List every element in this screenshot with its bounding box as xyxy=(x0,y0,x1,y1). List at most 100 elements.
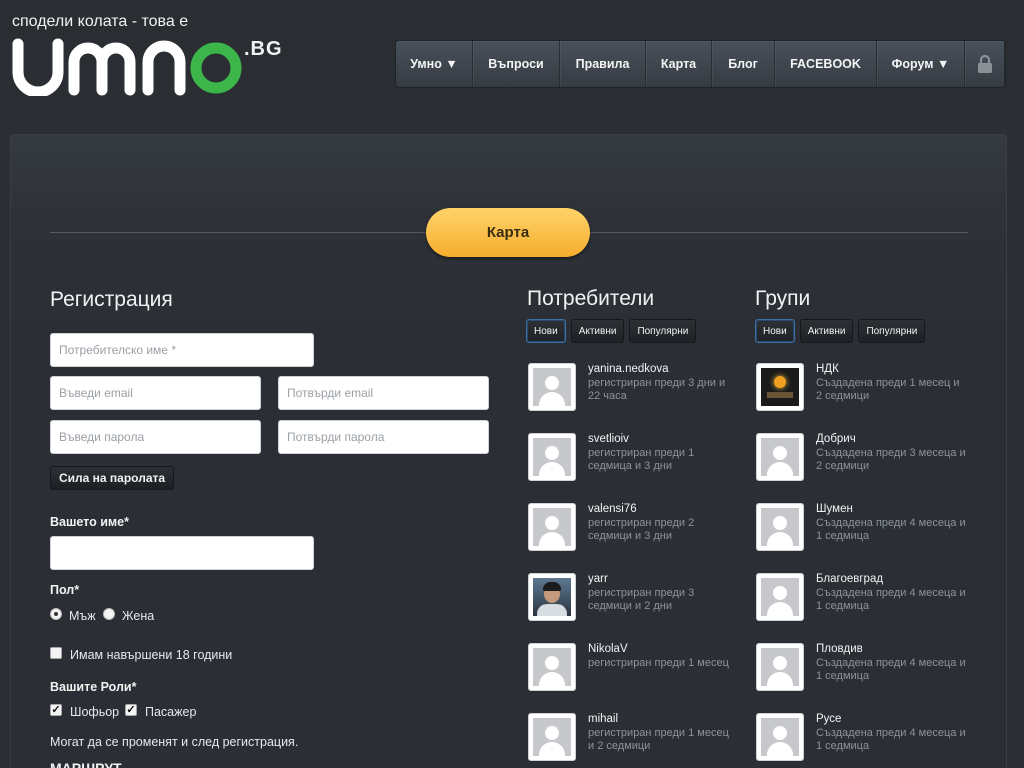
item-meta: регистриран преди 1 месец xyxy=(588,657,729,669)
age-checkbox[interactable] xyxy=(50,647,62,659)
item-meta: регистриран преди 3 дни и 22 часа xyxy=(588,377,726,402)
nav-item-0[interactable]: Умно ▼ xyxy=(396,41,473,87)
avatar-placeholder-icon xyxy=(761,508,799,546)
avatar-placeholder-icon xyxy=(533,438,571,476)
site-logo[interactable] xyxy=(12,38,244,96)
avatar[interactable] xyxy=(756,713,804,761)
avatar-placeholder-icon xyxy=(533,648,571,686)
users-tab-0[interactable]: Нови xyxy=(526,319,566,343)
item-meta: Създадена преди 3 месеца и 2 седмици xyxy=(816,447,966,472)
login-lock-button[interactable] xyxy=(965,41,1005,87)
email-field[interactable]: Въведи email xyxy=(50,376,261,410)
registration-title: Регистрация xyxy=(50,288,173,311)
item-meta: регистриран преди 1 месец и 2 седмици xyxy=(588,727,729,752)
group-logo xyxy=(761,368,799,406)
item-name[interactable]: Благоевград xyxy=(816,573,883,585)
password-strength-button[interactable]: Сила на паролата xyxy=(50,466,175,490)
nav-item-4[interactable]: Блог xyxy=(712,41,775,87)
user-photo xyxy=(533,578,571,616)
role-driver-checkbox[interactable]: ✓ xyxy=(50,704,62,716)
password-field[interactable]: Въведи парола xyxy=(50,420,261,454)
avatar-placeholder-icon xyxy=(761,438,799,476)
groups-tabs: Нови Активни Популярни xyxy=(755,319,926,343)
groups-list-item: Пловдив Създадена преди 4 месеца и 1 седм… xyxy=(756,643,971,703)
groups-list-item: Шумен Създадена преди 4 месеца и 1 седмиц… xyxy=(756,503,971,563)
item-name[interactable]: НДК xyxy=(816,363,839,375)
gender-female-radio[interactable] xyxy=(103,608,115,620)
item-meta: Създадена преди 4 месеца и 1 седмица xyxy=(816,517,966,542)
avatar-placeholder-icon xyxy=(533,368,571,406)
item-meta: Създадена преди 4 месеца и 1 седмица xyxy=(816,657,966,682)
groups-title: Групи xyxy=(755,287,811,310)
avatar-placeholder-icon xyxy=(761,578,799,616)
password-confirm-field[interactable]: Потвърди парола xyxy=(278,420,489,454)
users-list-item: svetlioiv регистриран преди 1 седмица и 3… xyxy=(528,433,743,493)
nav-item-5[interactable]: FACEBOOK xyxy=(775,41,877,87)
item-meta: регистриран преди 2 седмици и 3 дни xyxy=(588,517,695,542)
nav-item-2[interactable]: Правила xyxy=(560,41,646,87)
avatar-placeholder-icon xyxy=(761,718,799,756)
route-label: МАРШРУТ xyxy=(50,760,122,768)
item-name[interactable]: yanina.nedkova xyxy=(588,363,669,375)
avatar-placeholder-icon xyxy=(533,718,571,756)
name-field[interactable] xyxy=(50,536,314,570)
users-list-item: NikolaV регистриран преди 1 месец xyxy=(528,643,743,703)
gender-male-radio[interactable] xyxy=(50,608,62,620)
gender-male-label: Мъж xyxy=(69,609,96,623)
item-name[interactable]: svetlioiv xyxy=(588,433,629,445)
groups-tab-1[interactable]: Активни xyxy=(799,319,854,343)
users-tab-2[interactable]: Популярни xyxy=(629,319,697,343)
gender-female-label: Жена xyxy=(122,609,155,623)
item-name[interactable]: valensi76 xyxy=(588,503,637,515)
lock-icon xyxy=(977,55,992,73)
item-name[interactable]: NikolaV xyxy=(588,643,628,655)
item-meta: Създадена преди 4 месеца и 1 седмица xyxy=(816,727,966,752)
gender-label: Пол* xyxy=(50,583,80,597)
item-name[interactable]: Добрич xyxy=(816,433,856,445)
users-list-item: mihail регистриран преди 1 месец и 2 седм… xyxy=(528,713,743,768)
item-name[interactable]: Русе xyxy=(816,713,841,725)
avatar-placeholder-icon xyxy=(533,508,571,546)
site-header: сподели колата - това е .BG Умно ▼ Въпрос… xyxy=(0,0,1024,120)
avatar-placeholder-icon xyxy=(761,648,799,686)
nav-item-1[interactable]: Въпроси xyxy=(473,41,560,87)
avatar[interactable] xyxy=(756,363,804,411)
groups-tab-2[interactable]: Популярни xyxy=(858,319,926,343)
item-meta: Създадена преди 1 месец и 2 седмици xyxy=(816,377,960,402)
item-meta: Създадена преди 4 месеца и 1 седмица xyxy=(816,587,966,612)
tagline: сподели колата - това е xyxy=(12,13,189,30)
age-checkbox-label: Имам навършени 18 години xyxy=(70,648,233,662)
groups-tab-0[interactable]: Нови xyxy=(755,319,795,343)
avatar[interactable] xyxy=(528,503,576,551)
avatar[interactable] xyxy=(528,713,576,761)
avatar[interactable] xyxy=(528,643,576,691)
users-tab-1[interactable]: Активни xyxy=(570,319,625,343)
item-meta: регистриран преди 1 седмица и 3 дни xyxy=(588,447,695,472)
avatar[interactable] xyxy=(756,573,804,621)
users-title: Потребители xyxy=(527,287,655,310)
main-nav: Умно ▼ Въпроси Правила Карта Блог FACEBOOK Фор… xyxy=(395,40,1006,88)
nav-item-3[interactable]: Карта xyxy=(646,41,712,87)
item-meta: регистриран преди 3 седмици и 2 дни xyxy=(588,587,695,612)
users-list-item: valensi76 регистриран преди 2 седмици и 3… xyxy=(528,503,743,563)
nav-item-6[interactable]: Форум ▼ xyxy=(877,41,965,87)
item-name[interactable]: mihail xyxy=(588,713,618,725)
users-list-item: yanina.nedkova регистриран преди 3 дни и … xyxy=(528,363,743,423)
item-name[interactable]: yarr xyxy=(588,573,608,585)
avatar[interactable] xyxy=(528,363,576,411)
item-name[interactable]: Шумен xyxy=(816,503,853,515)
email-confirm-field[interactable]: Потвърди email xyxy=(278,376,489,410)
groups-list-item: Благоевград Създадена преди 4 месеца и 1 … xyxy=(756,573,971,633)
avatar[interactable] xyxy=(528,573,576,621)
logo-suffix: .BG xyxy=(244,38,283,60)
roles-label: Вашите Роли* xyxy=(50,680,137,694)
avatar[interactable] xyxy=(756,643,804,691)
roles-note: Могат да се променят и след регистрация. xyxy=(50,735,299,749)
avatar[interactable] xyxy=(528,433,576,481)
role-passenger-checkbox[interactable]: ✓ xyxy=(125,704,137,716)
map-button[interactable]: Карта xyxy=(426,208,590,257)
username-field[interactable]: Потребителско име * xyxy=(50,333,314,367)
item-name[interactable]: Пловдив xyxy=(816,643,863,655)
avatar[interactable] xyxy=(756,503,804,551)
avatar[interactable] xyxy=(756,433,804,481)
